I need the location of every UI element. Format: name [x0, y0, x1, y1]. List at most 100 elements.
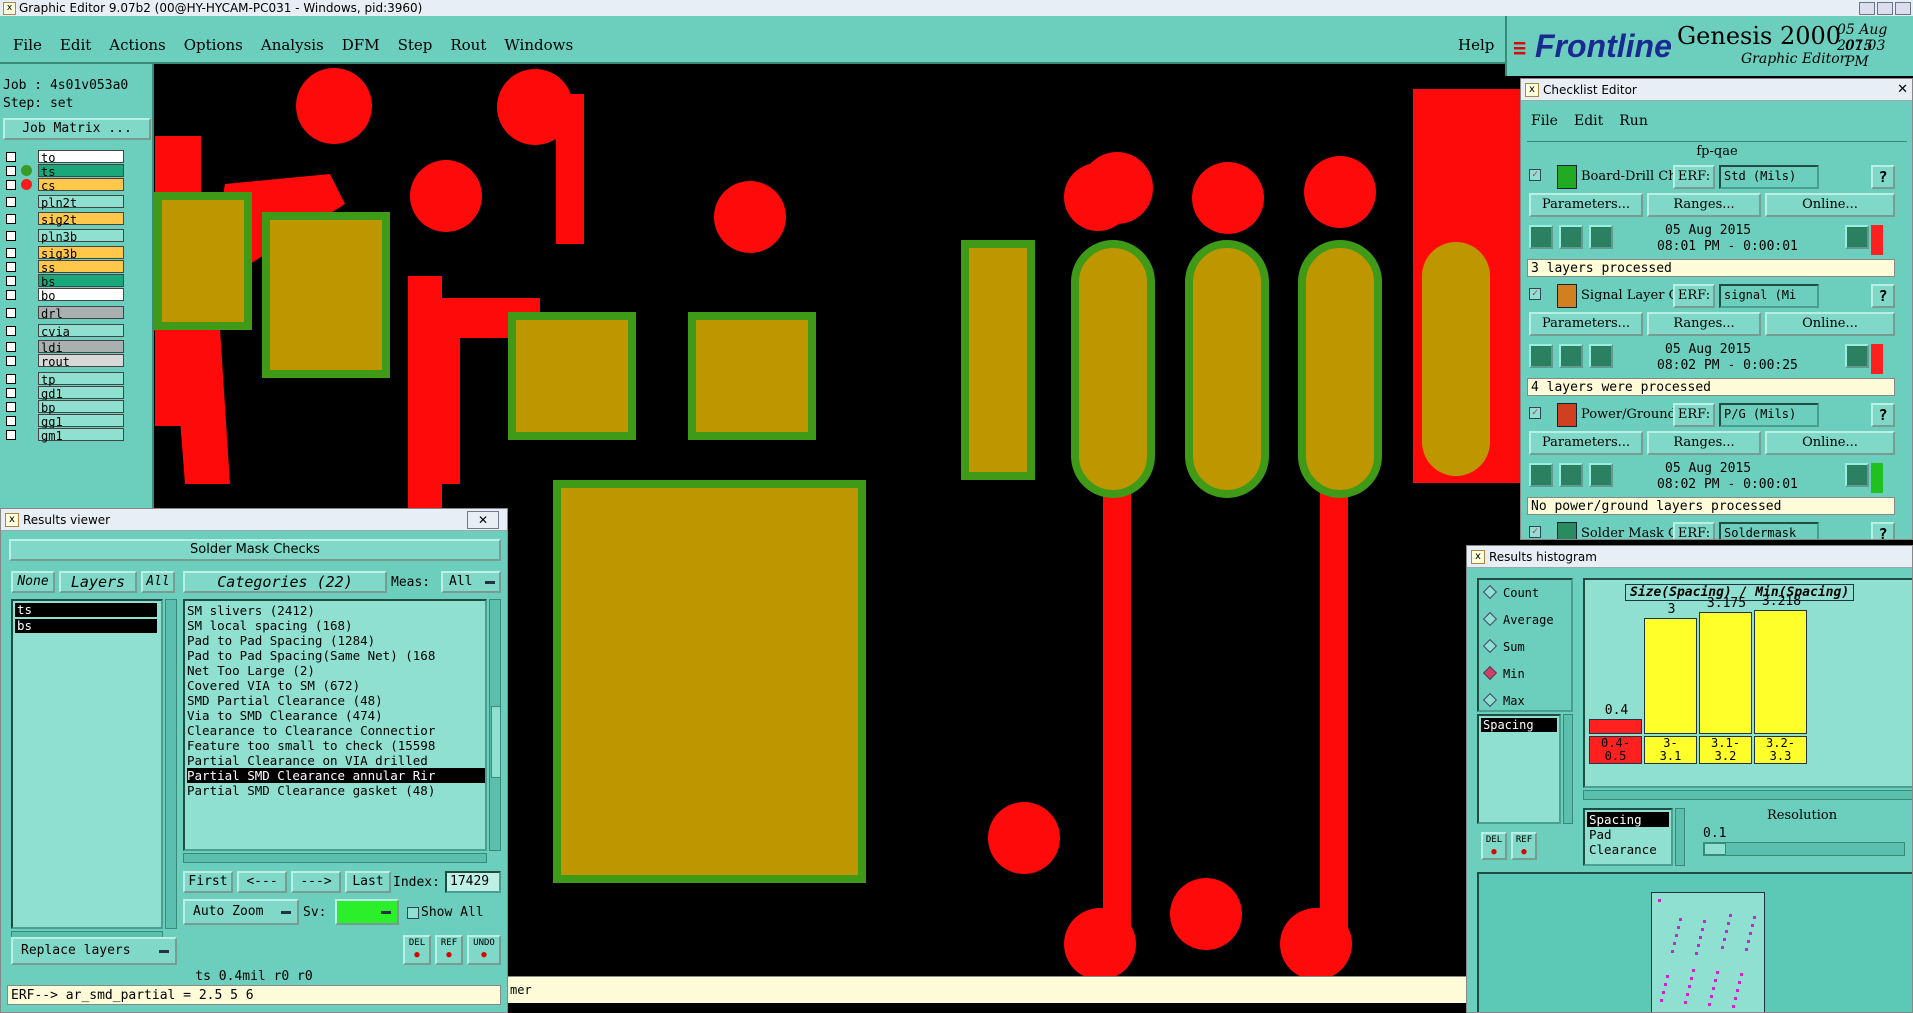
job-matrix-button[interactable]: Job Matrix ... [3, 118, 151, 140]
item-enable-checkbox[interactable]: ✓ [1529, 407, 1541, 419]
item-name[interactable]: Signal Layer Ch [1581, 288, 1673, 303]
layer-row-ss[interactable]: ss [4, 260, 124, 275]
erf-value-field[interactable]: signal (Mi [1719, 284, 1819, 308]
parameters-button[interactable]: Parameters... [1529, 312, 1643, 336]
layer-checkbox[interactable] [6, 262, 16, 272]
menu-rout[interactable]: Rout [450, 36, 486, 54]
layer-row-cs[interactable]: cs [4, 178, 124, 193]
histogram-type-list[interactable]: Spacing Pad Clearance [1583, 808, 1673, 866]
mode-average[interactable]: Average [1482, 611, 1554, 627]
ranges-button[interactable]: Ranges... [1647, 431, 1761, 455]
layer-checkbox[interactable] [6, 197, 16, 207]
histogram-field-list[interactable]: Spacing [1477, 714, 1561, 824]
layer-row-ts[interactable]: ts [4, 164, 124, 179]
help-button[interactable]: ? [1871, 403, 1895, 427]
selected-layer-item[interactable]: ts [15, 603, 157, 617]
menu-actions[interactable]: Actions [109, 36, 165, 54]
maximize-button[interactable] [1877, 2, 1893, 15]
category-item[interactable]: Covered VIA to SM (672) [187, 678, 485, 693]
checklist-close[interactable]: ✕ [1897, 79, 1908, 101]
erf-button[interactable]: ERF: [1673, 522, 1715, 539]
item-enable-checkbox[interactable]: ✓ [1529, 288, 1541, 300]
category-list[interactable]: SM slivers (2412) SM local spacing (168) P… [183, 599, 487, 851]
replace-layers-dropdown[interactable]: Replace layers [11, 937, 177, 965]
category-item[interactable]: Partial SMD Clearance gasket (48) [187, 783, 485, 798]
category-item[interactable]: Partial Clearance on VIA drilled [187, 753, 485, 768]
layer-row-drl[interactable]: drl [4, 306, 124, 321]
hist-del-button[interactable]: DEL ● [1481, 832, 1507, 860]
layer-row-to[interactable]: to [4, 150, 124, 165]
checklist-menu-edit[interactable]: Edit [1574, 113, 1603, 129]
mode-count[interactable]: Count [1482, 584, 1539, 600]
layer-row-bo[interactable]: bo [4, 288, 124, 303]
ref-button[interactable]: REF ● [435, 935, 463, 965]
layer-row-bp[interactable]: bp [4, 400, 124, 415]
histogram-bar[interactable] [1699, 612, 1752, 734]
index-field[interactable]: 17429 [445, 871, 501, 893]
mode-min[interactable]: Min [1482, 665, 1525, 681]
item-enable-checkbox[interactable]: ✓ [1529, 526, 1541, 538]
layer-checkbox[interactable] [6, 342, 16, 352]
layer-checkbox[interactable] [6, 374, 16, 384]
run-icon[interactable] [1529, 225, 1553, 249]
erf-value-field[interactable]: Std (Mils) [1719, 165, 1819, 189]
show-all-checkbox[interactable] [407, 907, 419, 919]
layer-list-scrollbar[interactable] [165, 599, 177, 929]
category-item[interactable]: SMD Partial Clearance (48) [187, 693, 485, 708]
zoom-icon[interactable] [1845, 463, 1869, 487]
menu-analysis[interactable]: Analysis [261, 36, 324, 54]
histogram-bar[interactable] [1589, 719, 1642, 734]
type-item[interactable]: Spacing [1587, 812, 1669, 827]
layer-checkbox[interactable] [6, 388, 16, 398]
erf-button[interactable]: ERF: [1673, 165, 1715, 189]
layer-row-gm1[interactable]: gm1 [4, 428, 124, 443]
sv-color-dropdown[interactable] [335, 899, 399, 925]
category-item[interactable]: Pad to Pad Spacing (1284) [187, 633, 485, 648]
histogram-bar[interactable] [1754, 610, 1807, 734]
type-item[interactable]: Clearance [1587, 842, 1669, 857]
field-list-scrollbar[interactable] [1563, 714, 1573, 824]
category-item[interactable]: SM local spacing (168) [187, 618, 485, 633]
layer-row-cvia[interactable]: cvia [4, 324, 124, 339]
erf-value-field[interactable]: P/G (Mils) [1719, 403, 1819, 427]
layer-checkbox[interactable] [6, 214, 16, 224]
parameters-button[interactable]: Parameters... [1529, 193, 1643, 217]
item-name[interactable]: Power/Ground C [1581, 407, 1673, 422]
layer-checkbox[interactable] [6, 152, 16, 162]
histogram-hscroll[interactable] [1583, 790, 1912, 800]
category-item[interactable]: Feature too small to check (15598 [187, 738, 485, 753]
undo-button[interactable]: UNDO ● [467, 935, 501, 965]
resolution-slider-thumb[interactable] [1704, 843, 1726, 855]
hist-ref-button[interactable]: REF ● [1511, 832, 1537, 860]
item-enable-checkbox[interactable]: ✓ [1529, 169, 1541, 181]
online-button[interactable]: Online... [1765, 312, 1895, 336]
ranges-button[interactable]: Ranges... [1647, 312, 1761, 336]
zoom-icon[interactable] [1845, 344, 1869, 368]
erf-value-field[interactable]: Soldermask [1719, 522, 1819, 539]
zoom-icon[interactable] [1845, 225, 1869, 249]
category-scroll-thumb[interactable] [491, 706, 501, 778]
type-item[interactable]: Pad [1587, 827, 1669, 842]
results-layer-list[interactable]: ts bs [11, 599, 163, 929]
minimize-button[interactable] [1859, 2, 1875, 15]
histogram-bar[interactable] [1644, 618, 1697, 734]
auto-zoom-dropdown[interactable]: Auto Zoom [183, 899, 299, 925]
type-list-scrollbar[interactable] [1675, 808, 1685, 866]
run-icon[interactable] [1589, 344, 1613, 368]
category-item[interactable]: Via to SMD Clearance (474) [187, 708, 485, 723]
category-item[interactable]: SM slivers (2412) [187, 603, 485, 618]
layer-row-sig2t[interactable]: sig2t [4, 212, 124, 227]
run-icon[interactable] [1589, 225, 1613, 249]
close-button[interactable] [1895, 2, 1911, 15]
results-viewer-close[interactable]: ✕ [467, 511, 499, 529]
layer-checkbox[interactable] [6, 416, 16, 426]
ranges-button[interactable]: Ranges... [1647, 193, 1761, 217]
layer-row-tp[interactable]: tp [4, 372, 124, 387]
layer-row-rout[interactable]: rout [4, 354, 124, 369]
run-icon[interactable] [1529, 344, 1553, 368]
last-button[interactable]: Last [345, 871, 391, 893]
layer-checkbox[interactable] [6, 356, 16, 366]
item-name[interactable]: Board-Drill Che [1581, 169, 1673, 184]
category-item[interactable]: Clearance to Clearance Connectior [187, 723, 485, 738]
layer-checkbox[interactable] [6, 231, 16, 241]
